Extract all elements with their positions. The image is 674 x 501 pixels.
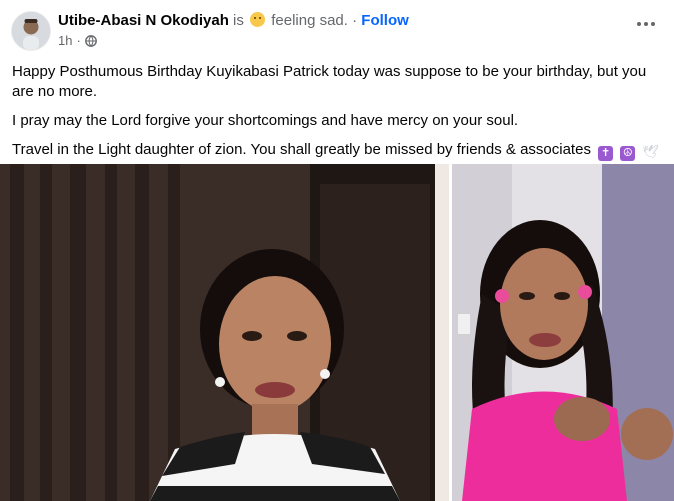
is-text: is bbox=[233, 12, 244, 29]
author-avatar[interactable] bbox=[12, 12, 50, 50]
post-body: Happy Posthumous Birthday Kuyikabasi Pat… bbox=[12, 62, 662, 170]
peace-symbol-icon: ☮ bbox=[620, 146, 636, 161]
post-paragraph-2: I pray may the Lord forgive your shortco… bbox=[12, 112, 519, 129]
post-paragraph-3: Travel in the Light daughter of zion. Yo… bbox=[12, 141, 591, 158]
sad-face-icon bbox=[250, 12, 266, 27]
post-time[interactable]: 1h bbox=[58, 33, 72, 48]
photo-2[interactable] bbox=[452, 164, 674, 501]
post-paragraph-1: Happy Posthumous Birthday Kuyikabasi Pat… bbox=[12, 63, 647, 100]
globe-icon[interactable] bbox=[84, 34, 97, 47]
follow-button[interactable]: Follow bbox=[361, 12, 409, 29]
photo-1[interactable] bbox=[0, 164, 449, 501]
author-name[interactable]: Utibe-Abasi N Okodiyah bbox=[58, 12, 229, 29]
more-options-icon[interactable] bbox=[632, 10, 660, 38]
post-paragraph-3-wrap: Travel in the Light daughter of zion. Yo… bbox=[12, 140, 662, 161]
feeling-text: feeling sad. bbox=[271, 12, 348, 29]
author-line: Utibe-Abasi N Okodiyah is feeling sad. ·… bbox=[58, 12, 409, 30]
post-header: Utibe-Abasi N Okodiyah is feeling sad. ·… bbox=[0, 0, 674, 56]
dove-icon: 🕊 bbox=[642, 144, 659, 159]
post-photos bbox=[0, 164, 674, 501]
latin-cross-icon: ✝ bbox=[598, 146, 614, 161]
time-separator: · bbox=[76, 33, 81, 48]
dot-separator: · bbox=[352, 12, 358, 29]
post-meta: 1h · bbox=[58, 33, 97, 48]
